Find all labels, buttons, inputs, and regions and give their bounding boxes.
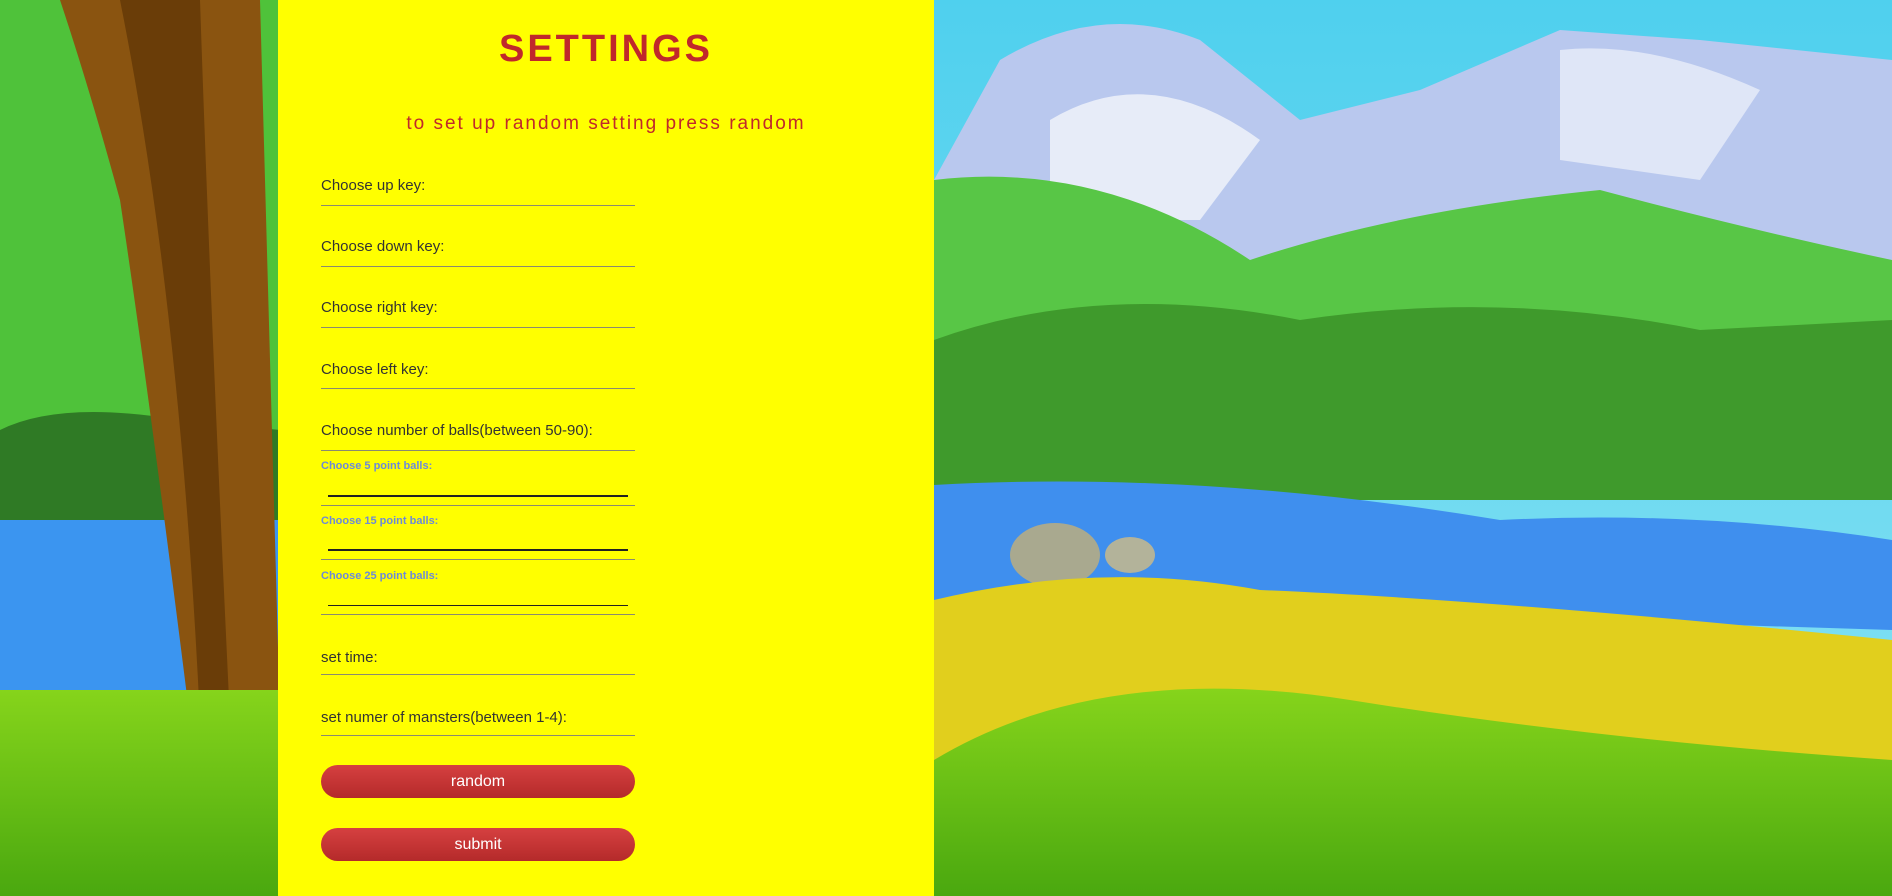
balls-25-label: Choose 25 point balls:	[321, 570, 439, 582]
balls-25-field[interactable]: Choose 25 point balls:	[321, 570, 635, 615]
balls-25-input[interactable]	[328, 589, 628, 606]
monsters-input[interactable]	[581, 711, 635, 733]
left-key-input[interactable]	[421, 364, 625, 386]
up-key-input[interactable]	[421, 181, 625, 203]
monsters-label: set numer of mansters(between 1-4):	[321, 709, 567, 726]
down-key-field[interactable]: Choose down key:	[321, 234, 635, 267]
left-key-label: Choose left key:	[321, 361, 429, 378]
up-key-field[interactable]: Choose up key:	[321, 172, 635, 206]
left-key-field[interactable]: Choose left key:	[321, 357, 635, 389]
random-button[interactable]: random	[321, 765, 635, 798]
subtitle: to set up random setting press random	[406, 113, 806, 134]
right-key-field[interactable]: Choose right key:	[321, 295, 635, 328]
time-label: set time:	[321, 649, 378, 666]
up-key-label: Choose up key:	[321, 177, 426, 194]
down-key-input[interactable]	[421, 242, 625, 264]
balls-15-input[interactable]	[328, 533, 628, 551]
right-key-input[interactable]	[421, 303, 625, 325]
balls-15-field[interactable]: Choose 15 point balls:	[321, 515, 635, 560]
monsters-field[interactable]: set numer of mansters(between 1-4):	[321, 705, 635, 736]
balls-5-field[interactable]: Choose 5 point balls:	[321, 460, 635, 506]
submit-button[interactable]: submit	[321, 828, 635, 861]
balls-5-label: Choose 5 point balls:	[321, 460, 433, 472]
page-title: SETTINGS	[498, 28, 714, 70]
num-balls-label: Choose number of balls(between 50-90):	[321, 422, 593, 439]
num-balls-input[interactable]	[601, 426, 635, 448]
balls-15-label: Choose 15 point balls:	[321, 515, 439, 527]
time-field[interactable]: set time:	[321, 645, 635, 675]
settings-panel: SETTINGS to set up random setting press …	[278, 0, 934, 896]
num-balls-field[interactable]: Choose number of balls(between 50-90):	[321, 418, 635, 451]
balls-5-input[interactable]	[328, 479, 628, 497]
time-input[interactable]	[391, 650, 595, 672]
